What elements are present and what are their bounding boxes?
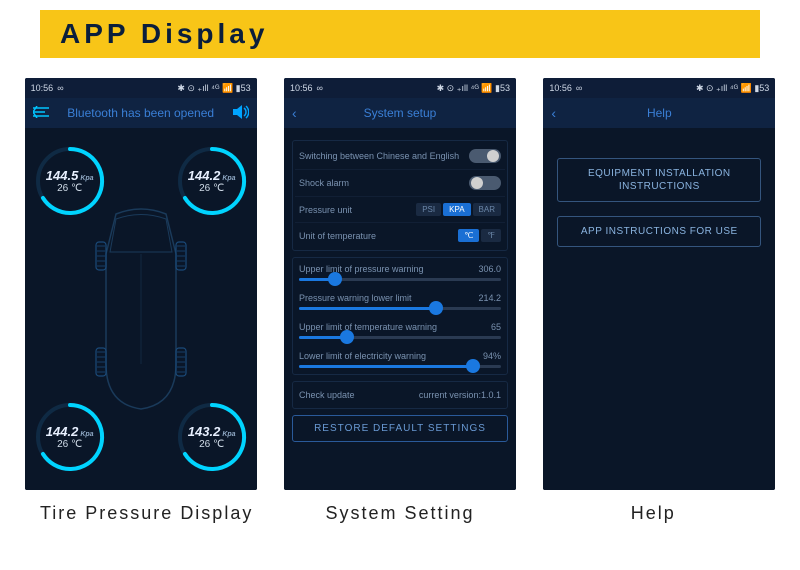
header-title: Help <box>647 106 672 120</box>
status-time: 10:56 <box>31 83 54 93</box>
bluetooth-status-text: Bluetooth has been opened <box>67 106 214 120</box>
version-label: current version: <box>419 390 481 400</box>
caption-2: System Setting <box>284 502 516 525</box>
lower-pressure-slider[interactable]: Pressure warning lower limit 214.2 <box>295 289 505 318</box>
pressure-unit-label: Pressure unit <box>299 205 352 215</box>
shock-label: Shock alarm <box>299 178 349 188</box>
slider-label: Upper limit of temperature warning <box>299 322 437 332</box>
settings-body: Switching between Chinese and English Sh… <box>284 128 516 490</box>
tire-display-body: 144.5Kpa 26 ℃ 144.2Kpa 26 ℃ 144.2Kpa 26 … <box>25 128 257 490</box>
language-label: Switching between Chinese and English <box>299 151 459 161</box>
upper-temp-slider[interactable]: Upper limit of temperature warning 65 <box>295 318 505 347</box>
back-icon[interactable]: ‹ <box>551 105 556 121</box>
status-bar: 10:56 ∞ ✱ ⊙ ₊ıll ⁴ᴳ 📶 ▮53 <box>284 78 516 98</box>
tire-gauge-fr[interactable]: 144.2Kpa 26 ℃ <box>177 146 247 216</box>
pressure-unit-segment[interactable]: PSI KPA BAR <box>416 203 501 216</box>
tire-fl-pressure: 144.5 <box>46 168 79 183</box>
seg-f[interactable]: ℉ <box>481 229 501 242</box>
check-update-label: Check update <box>299 390 355 400</box>
tire-rr-temp: 26 ℃ <box>199 439 224 450</box>
check-update-row[interactable]: Check update current version:1.0.1 <box>295 384 505 406</box>
lower-elec-slider[interactable]: Lower limit of electricity warning 94% <box>295 347 505 372</box>
status-icons: ✱ ⊙ ₊ıll ⁴ᴳ 📶 ▮53 <box>437 83 510 94</box>
banner-title: APP Display <box>60 18 740 50</box>
app-header-3: ‹ Help <box>543 98 775 128</box>
equipment-install-button[interactable]: EQUIPMENT INSTALLATION INSTRUCTIONS <box>557 158 761 202</box>
app-instructions-button[interactable]: APP INSTRUCTIONS FOR USE <box>557 216 761 247</box>
seg-bar[interactable]: BAR <box>473 203 501 216</box>
back-icon[interactable]: ‹ <box>292 105 297 121</box>
tire-fr-pressure: 144.2 <box>188 168 221 183</box>
status-bar: 10:56 ∞ ✱ ⊙ ₊ıll ⁴ᴳ 📶 ▮53 <box>543 78 775 98</box>
tire-rl-unit: Kpa <box>80 431 93 438</box>
app-header-2: ‹ System setup <box>284 98 516 128</box>
tire-rr-unit: Kpa <box>222 431 235 438</box>
seg-psi[interactable]: PSI <box>416 203 441 216</box>
tire-fr-temp: 26 ℃ <box>199 183 224 194</box>
tire-rr-pressure: 143.2 <box>188 424 221 439</box>
slider-label: Upper limit of pressure warning <box>299 264 424 274</box>
seg-kpa[interactable]: KPA <box>443 203 470 216</box>
app-header-1: Bluetooth has been opened <box>25 98 257 128</box>
infinity-icon: ∞ <box>317 83 323 93</box>
captions-row: Tire Pressure Display System Setting Hel… <box>0 490 800 525</box>
banner: APP Display <box>40 10 760 58</box>
tire-rl-pressure: 144.2 <box>46 424 79 439</box>
temp-unit-segment[interactable]: ℃ ℉ <box>458 229 501 242</box>
tire-gauge-rl[interactable]: 144.2Kpa 26 ℃ <box>35 402 105 472</box>
shock-alarm-row[interactable]: Shock alarm <box>295 170 505 197</box>
temp-unit-row: Unit of temperature ℃ ℉ <box>295 223 505 248</box>
sound-icon[interactable] <box>233 105 249 122</box>
restore-defaults-button[interactable]: RESTORE DEFAULT SETTINGS <box>292 415 508 442</box>
caption-3: Help <box>537 502 769 525</box>
infinity-icon: ∞ <box>576 83 582 93</box>
car-outline <box>86 204 196 414</box>
status-time: 10:56 <box>549 83 572 93</box>
slider-label: Pressure warning lower limit <box>299 293 412 303</box>
phone-screen-1: 10:56 ∞ ✱ ⊙ ₊ıll ⁴ᴳ 📶 ▮53 Bluetooth has … <box>25 78 257 490</box>
slider-value: 214.2 <box>478 293 501 303</box>
upper-pressure-slider[interactable]: Upper limit of pressure warning 306.0 <box>295 260 505 289</box>
tire-gauge-rr[interactable]: 143.2Kpa 26 ℃ <box>177 402 247 472</box>
help-body: EQUIPMENT INSTALLATION INSTRUCTIONS APP … <box>543 128 775 490</box>
status-icons: ✱ ⊙ ₊ıll ⁴ᴳ 📶 ▮53 <box>696 83 769 94</box>
tire-gauge-fl[interactable]: 144.5Kpa 26 ℃ <box>35 146 105 216</box>
slider-value: 65 <box>491 322 501 332</box>
header-title: System setup <box>364 106 437 120</box>
toggle-icon[interactable] <box>469 149 501 163</box>
tire-fr-unit: Kpa <box>222 175 235 182</box>
language-toggle-row[interactable]: Switching between Chinese and English <box>295 143 505 170</box>
temp-unit-label: Unit of temperature <box>299 231 376 241</box>
phone-screen-2: 10:56∞ ✱ ⊙ ₊ıll ⁴ᴳ 📶 ▮53 ‹ System setup … <box>284 78 516 490</box>
screens-row: 10:56 ∞ ✱ ⊙ ₊ıll ⁴ᴳ 📶 ▮53 Bluetooth has … <box>0 78 800 490</box>
tire-rl-temp: 26 ℃ <box>57 439 82 450</box>
infinity-icon: ∞ <box>57 83 63 93</box>
tire-fl-unit: Kpa <box>80 175 93 182</box>
slider-value: 94% <box>483 351 501 361</box>
toggle-icon[interactable] <box>469 176 501 190</box>
menu-icon[interactable] <box>33 105 49 121</box>
tire-fl-temp: 26 ℃ <box>57 183 82 194</box>
phone-screen-3: 10:56 ∞ ✱ ⊙ ₊ıll ⁴ᴳ 📶 ▮53 ‹ Help EQUIPMEN… <box>543 78 775 490</box>
version-value: 1.0.1 <box>481 390 501 400</box>
slider-label: Lower limit of electricity warning <box>299 351 426 361</box>
seg-c[interactable]: ℃ <box>458 229 479 242</box>
caption-1: Tire Pressure Display <box>31 502 263 525</box>
status-icons: ✱ ⊙ ₊ıll ⁴ᴳ 📶 ▮53 <box>177 83 250 94</box>
slider-value: 306.0 <box>478 264 501 274</box>
status-bar: 10:56 ∞ ✱ ⊙ ₊ıll ⁴ᴳ 📶 ▮53 <box>25 78 257 98</box>
status-time: 10:56 <box>290 83 313 93</box>
pressure-unit-row: Pressure unit PSI KPA BAR <box>295 197 505 223</box>
